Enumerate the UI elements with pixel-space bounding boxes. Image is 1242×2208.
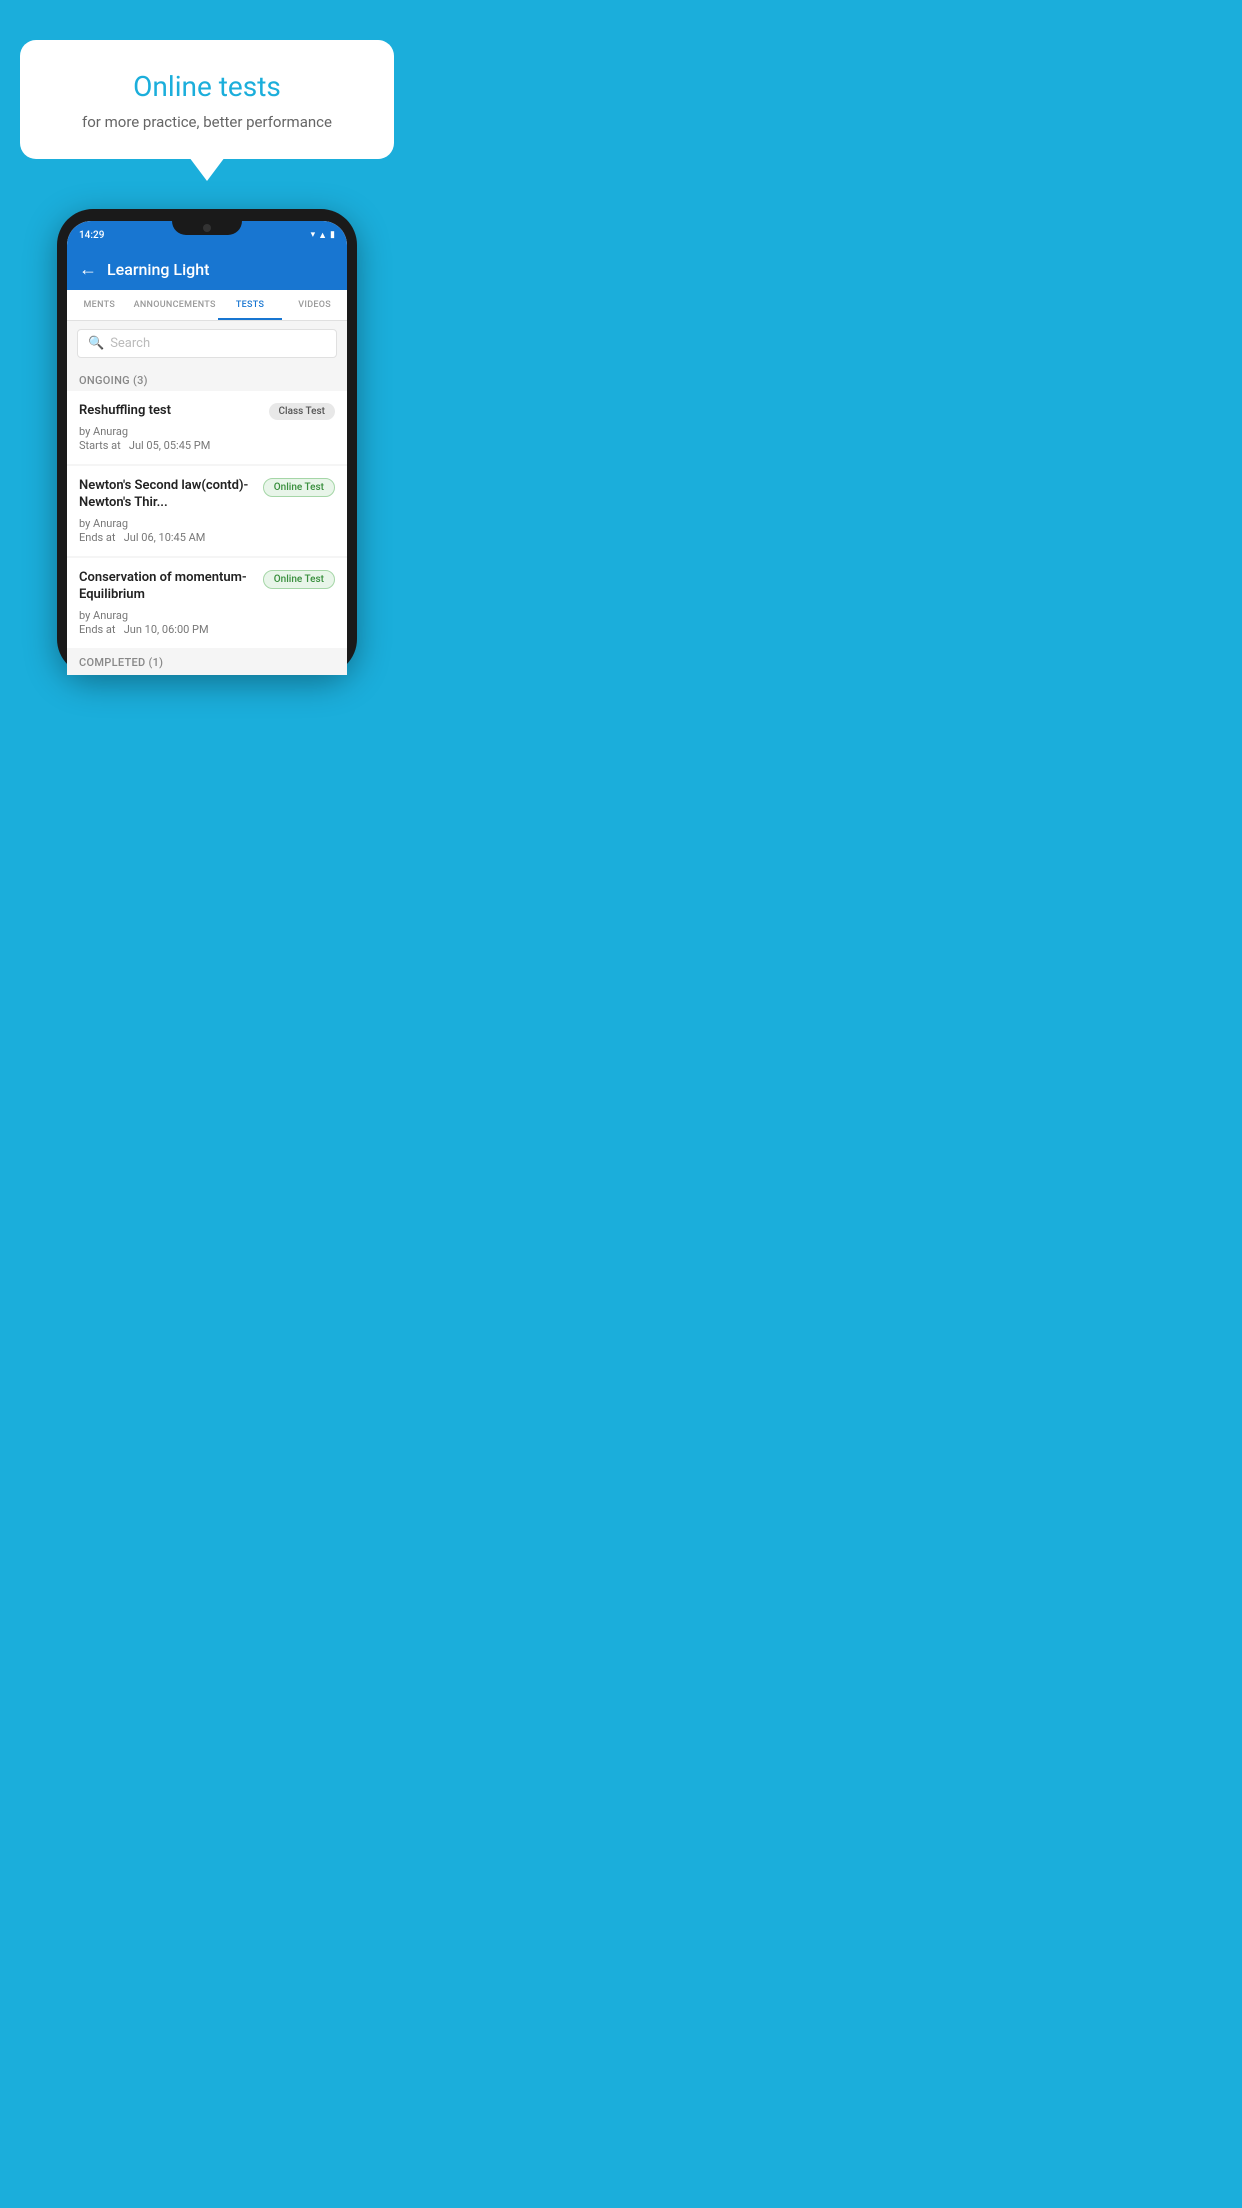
phone-wrapper: 14:29 ▾ ▲ ▮ ← Learning Light MENTS ANNOU…: [0, 209, 414, 675]
test-card-1-header: Reshuffling test Class Test: [79, 403, 335, 420]
test-card-3-header: Conservation of momentum-Equilibrium Onl…: [79, 570, 335, 604]
wifi-icon: ▾: [311, 230, 316, 240]
app-header: ← Learning Light: [67, 249, 347, 290]
speech-bubble: Online tests for more practice, better p…: [20, 40, 394, 159]
app-title: Learning Light: [107, 260, 209, 279]
phone-notch: [172, 221, 242, 235]
time-value-2: Jul 06, 10:45 AM: [124, 531, 206, 544]
test-card-1[interactable]: Reshuffling test Class Test by Anurag St…: [67, 391, 347, 464]
battery-icon: ▮: [330, 230, 335, 240]
phone-mockup: 14:29 ▾ ▲ ▮ ← Learning Light MENTS ANNOU…: [57, 209, 357, 675]
test-card-3[interactable]: Conservation of momentum-Equilibrium Onl…: [67, 558, 347, 648]
test-time-3: Ends at Jun 10, 06:00 PM: [79, 623, 335, 636]
tab-announcements[interactable]: ANNOUNCEMENTS: [132, 290, 218, 320]
test-badge-1: Class Test: [269, 403, 335, 420]
tab-videos[interactable]: VIDEOS: [282, 290, 347, 320]
test-title-2: Newton's Second law(contd)-Newton's Thir…: [79, 478, 255, 512]
time-value-1: Jul 05, 05:45 PM: [129, 439, 210, 452]
status-time: 14:29: [79, 230, 104, 241]
ongoing-section-label: ONGOING (3): [67, 366, 347, 391]
test-title-3: Conservation of momentum-Equilibrium: [79, 570, 255, 604]
test-card-2-header: Newton's Second law(contd)-Newton's Thir…: [79, 478, 335, 512]
time-label-3: Ends at: [79, 623, 116, 636]
completed-section-label: COMPLETED (1): [67, 650, 347, 675]
phone-screen: 14:29 ▾ ▲ ▮ ← Learning Light MENTS ANNOU…: [67, 221, 347, 675]
time-label-1: Starts at: [79, 439, 121, 452]
signal-icon: ▲: [318, 230, 327, 241]
camera-icon: [203, 224, 211, 232]
search-container: 🔍 Search: [67, 321, 347, 366]
test-time-2: Ends at Jul 06, 10:45 AM: [79, 531, 335, 544]
tab-tests[interactable]: TESTS: [218, 290, 283, 320]
search-placeholder: Search: [110, 336, 150, 351]
test-title-1: Reshuffling test: [79, 403, 261, 420]
tabs-bar: MENTS ANNOUNCEMENTS TESTS VIDEOS: [67, 290, 347, 321]
test-card-2[interactable]: Newton's Second law(contd)-Newton's Thir…: [67, 466, 347, 556]
content-area: ONGOING (3) Reshuffling test Class Test …: [67, 366, 347, 675]
status-bar: 14:29 ▾ ▲ ▮: [67, 221, 347, 249]
time-label-2: Ends at: [79, 531, 116, 544]
bubble-subtitle: for more practice, better performance: [44, 113, 370, 131]
test-badge-3: Online Test: [263, 570, 335, 589]
hero-section: Online tests for more practice, better p…: [0, 0, 414, 159]
bubble-title: Online tests: [44, 70, 370, 103]
search-bar[interactable]: 🔍 Search: [77, 329, 337, 358]
search-icon: 🔍: [88, 336, 104, 351]
tab-ments[interactable]: MENTS: [67, 290, 132, 320]
test-by-2: by Anurag: [79, 517, 335, 530]
test-badge-2: Online Test: [263, 478, 335, 497]
test-by-3: by Anurag: [79, 609, 335, 622]
test-by-1: by Anurag: [79, 425, 335, 438]
time-value-3: Jun 10, 06:00 PM: [124, 623, 209, 636]
test-time-1: Starts at Jul 05, 05:45 PM: [79, 439, 335, 452]
back-button[interactable]: ←: [79, 259, 97, 280]
status-icons: ▾ ▲ ▮: [311, 230, 335, 241]
